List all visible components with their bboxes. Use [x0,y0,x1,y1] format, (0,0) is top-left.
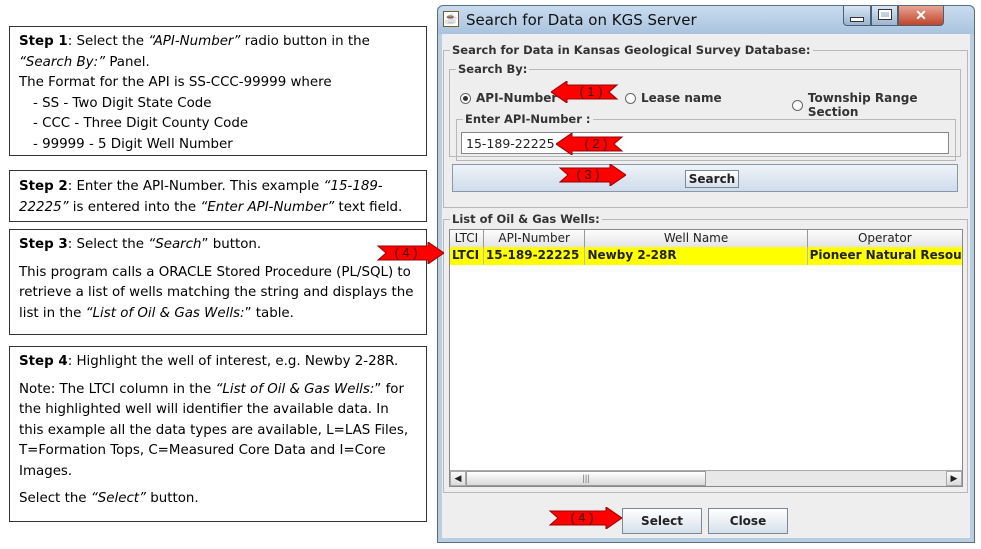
title-bar[interactable]: ☕ Search for Data on KGS Server ✕ [438,6,974,34]
step-4-select-b: button. [146,491,199,506]
step-3-text: Step 3: Select the “Search” button. [19,235,417,256]
search-by-title: Search By: [456,62,530,76]
bullet-county: - CCC - Three Digit County Code [33,116,249,131]
step-3-box: Step 3: Select the “Search” button. This… [9,229,427,335]
scroll-thumb[interactable]: ||| [466,471,706,486]
cell-api-number[interactable]: 15-189-22225 [484,247,586,265]
radio-township-range-section-dot[interactable] [792,99,803,111]
callout-4-row-arrow: ( 4 ) [376,242,444,264]
callout-2-arrow: ( 2 ) [556,133,624,155]
step-2-label: Step 2 [19,179,68,194]
select-button[interactable]: Select [622,508,702,534]
step-1-text-b: radio button in the [240,34,370,49]
step-3-text-c: ” table. [244,305,294,321]
step-1-box: Step 1: Select the “API-Number” radio bu… [9,26,427,156]
step-3-para: This program calls a ORACLE Stored Proce… [19,263,417,325]
step-4-note-a: Note: The LTCI column in the [19,381,216,397]
scroll-left-icon[interactable]: ◀ [450,471,466,486]
api-number-group-title: Enter API-Number : [463,112,593,126]
step-3-list-quote: “List of Oil & Gas Wells: [85,305,245,321]
step-4-text-a: : Highlight the well of interest, e.g. N… [67,354,399,369]
step-1-text-a: : Select the [67,34,149,49]
callout-1-arrow: ( 1 ) [551,81,619,103]
callout-1-label: ( 1 ) [579,84,602,99]
step-4-select-a: Select the [19,491,91,506]
maximize-button[interactable] [871,6,898,26]
step-2-text-a: : Enter the API-Number. This example [67,179,324,194]
minimize-icon [850,17,864,22]
step-4-box: Step 4: Highlight the well of interest, … [9,346,427,522]
step-3-search-quote: “Search [148,237,202,252]
kgs-search-window: ☕ Search for Data on KGS Server ✕ Search… [437,5,975,543]
step-4-list-quote: “List of Oil & Gas Wells: [215,381,375,397]
bullet-well: - 99999 - 5 Digit Well Number [33,136,233,152]
step-3-text-b: ” button. [201,237,262,252]
col-header-well-name[interactable]: Well Name [585,230,808,247]
radio-api-number[interactable]: API-Number [460,91,557,105]
col-header-ltci[interactable]: LTCI [450,230,484,247]
search-button-bar: Search [452,164,958,192]
wells-table: LTCI API-Number Well Name Operator LTCI … [449,229,963,487]
callout-3-arrow: ( 3 ) [558,164,626,186]
cell-well-name[interactable]: Newby 2-28R [585,247,808,265]
step-4-note: Note: The LTCI column in the “List of Oi… [19,380,417,483]
step-2-box: Step 2: Enter the API-Number. This examp… [9,170,427,222]
close-icon: ✕ [915,7,927,23]
step-4-select: Select the “Select” button. [19,489,417,510]
step-2-field-quote: “Enter API-Number” [200,199,335,215]
step-1-text: Step 1: Select the “API-Number” radio bu… [19,32,417,73]
step-1-api-quote: “API-Number” [148,34,241,49]
java-icon: ☕ [443,11,459,27]
radio-api-number-label: API-Number [476,91,558,105]
col-header-api-number[interactable]: API-Number [484,230,586,247]
callout-4-select-arrow: ( 4 ) [548,507,622,529]
callout-4-row-label: ( 4 ) [394,245,417,260]
radio-lease-name-dot[interactable] [625,92,636,104]
radio-api-number-dot[interactable] [460,92,471,104]
step-4-label: Step 4 [19,354,68,369]
cell-operator[interactable]: Pioneer Natural Resource [808,247,962,265]
step-1-searchby-quote: “Search By:” [19,54,106,70]
cell-ltci[interactable]: LTCI [450,247,484,265]
api-number-input[interactable]: 15-189-22225 [461,132,949,154]
radio-lease-name[interactable]: Lease name [625,91,722,105]
bullet-state: - SS - Two Digit State Code [33,95,212,111]
maximize-icon [877,9,892,20]
col-header-operator[interactable]: Operator [808,230,962,247]
callout-2-label: ( 2 ) [584,136,607,151]
close-button[interactable]: Close [708,508,788,534]
window-content: Search for Data in Kansas Geological Sur… [442,34,970,538]
minimize-button[interactable] [843,6,871,26]
search-group-title: Search for Data in Kansas Geological Sur… [450,43,813,57]
step-2-text-c: text field. [334,199,403,215]
wells-list-title: List of Oil & Gas Wells: [450,212,602,226]
step-1-label: Step 1 [19,34,68,49]
close-window-button[interactable]: ✕ [898,6,944,26]
radio-lease-name-label: Lease name [641,91,722,105]
step-1-bullets: - SS - Two Digit State Code - CCC - Thre… [19,94,417,156]
step-2-text-b: is entered into the [68,199,201,215]
step-1-format-line: The Format for the API is SS-CCC-99999 w… [19,75,332,90]
table-row[interactable]: LTCI 15-189-22225 Newby 2-28R Pioneer Na… [450,247,962,265]
radio-township-range-section-label: Township Range Section [807,91,918,119]
callout-3-label: ( 3 ) [576,167,599,182]
step-3-text-a: : Select the [67,237,149,252]
step-2-text: Step 2: Enter the API-Number. This examp… [19,177,417,218]
step-1-text-c: Panel. [105,54,150,70]
step-4-text: Step 4: Highlight the well of interest, … [19,352,417,373]
callout-4-select-label: ( 4 ) [570,510,593,525]
table-header: LTCI API-Number Well Name Operator [450,230,962,248]
window-title: Search for Data on KGS Server [466,11,697,29]
step-4-select-quote: “Select” [90,491,146,506]
scroll-right-icon[interactable]: ▶ [946,471,962,486]
search-button[interactable]: Search [685,170,739,188]
step-3-label: Step 3 [19,237,68,252]
radio-township-range-section[interactable]: Township Range Section [792,91,970,119]
horizontal-scrollbar[interactable]: ◀ ||| ▶ [450,470,962,486]
